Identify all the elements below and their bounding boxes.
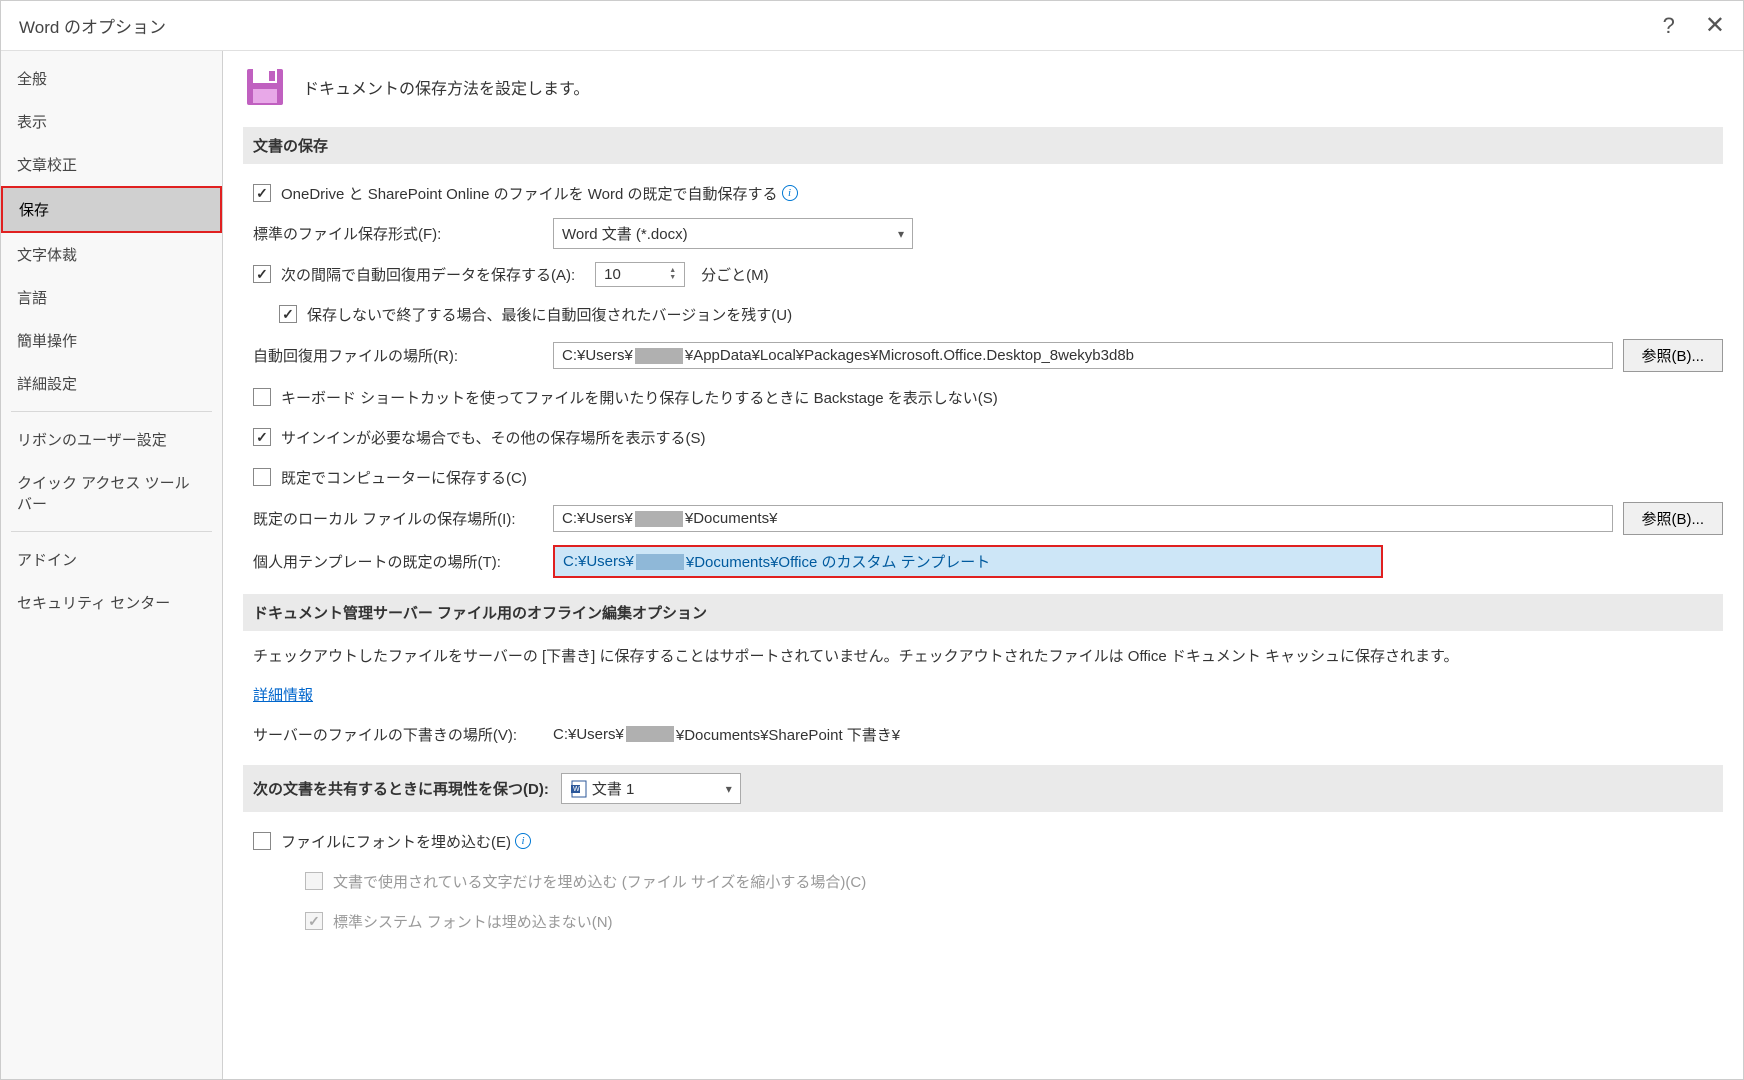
select-file-format[interactable]: Word 文書 (*.docx) (553, 218, 913, 249)
label-no-backstage: キーボード ショートカットを使ってファイルを開いたり保存したりするときに Bac… (281, 387, 998, 408)
word-doc-icon: W (570, 780, 588, 798)
checkbox-embed-fonts[interactable] (253, 832, 271, 850)
section-header-offline-editing: ドキュメント管理サーバー ファイル用のオフライン編集オプション (243, 594, 1723, 631)
value-server-drafts-location: C:¥Users¥¥Documents¥SharePoint 下書き¥ (553, 724, 900, 745)
titlebar-controls: ? ✕ (1663, 11, 1725, 40)
sidebar-item-display[interactable]: 表示 (1, 100, 222, 143)
sidebar-separator (11, 531, 212, 532)
label-server-drafts-location: サーバーのファイルの下書きの場所(V): (253, 724, 553, 745)
titlebar: Word のオプション ? ✕ (1, 1, 1743, 51)
spinner-autorecover-minutes[interactable]: 10 ▲▼ (595, 262, 685, 287)
sidebar-item-save[interactable]: 保存 (1, 186, 222, 233)
label-show-additional-places: サインインが必要な場合でも、その他の保存場所を表示する(S) (281, 427, 706, 448)
checkbox-embed-only-used (305, 872, 323, 890)
info-icon[interactable]: i (515, 833, 531, 849)
sidebar-item-language[interactable]: 言語 (1, 276, 222, 319)
label-save-to-computer: 既定でコンピューターに保存する(C) (281, 467, 527, 488)
label-default-local-location: 既定のローカル ファイルの保存場所(I): (253, 508, 553, 529)
label-autorecover-pre: 次の間隔で自動回復用データを保存する(A): (281, 264, 575, 285)
section-header-save-documents: 文書の保存 (243, 127, 1723, 164)
sidebar-item-proofing[interactable]: 文章校正 (1, 143, 222, 186)
checkbox-save-to-computer[interactable] (253, 468, 271, 486)
redacted-username (635, 348, 683, 364)
label-no-embed-system: 標準システム フォントは埋め込まない(N) (333, 911, 613, 932)
label-autorecover-post: 分ごと(M) (701, 264, 769, 285)
sidebar-item-typography[interactable]: 文字体裁 (1, 233, 222, 276)
label-embed-fonts: ファイルにフォントを埋め込む(E) (281, 831, 511, 852)
input-personal-templates-location[interactable]: C:¥Users¥¥Documents¥Office のカスタム テンプレート (553, 545, 1383, 578)
checkbox-no-embed-system (305, 912, 323, 930)
checkbox-keep-last-autosave[interactable] (279, 305, 297, 323)
window-title: Word のオプション (19, 13, 166, 38)
checkbox-no-backstage[interactable] (253, 388, 271, 406)
save-disk-icon (243, 65, 287, 109)
label-keep-last-autosave: 保存しないで終了する場合、最後に自動回復されたバージョンを残す(U) (307, 304, 792, 325)
spinner-value: 10 (604, 266, 621, 283)
page-header-text: ドキュメントの保存方法を設定します。 (303, 75, 589, 99)
offline-editing-note: チェックアウトしたファイルをサーバーの [下書き] に保存することはサポートされ… (253, 645, 1723, 669)
svg-text:W: W (573, 786, 580, 793)
browse-button-autorecover[interactable]: 参照(B)... (1623, 339, 1724, 372)
help-button[interactable]: ? (1663, 13, 1675, 39)
checkbox-onedrive-autosave[interactable] (253, 184, 271, 202)
spinner-arrows-icon[interactable]: ▲▼ (669, 267, 676, 281)
label-personal-templates-location: 個人用テンプレートの既定の場所(T): (253, 551, 553, 572)
sidebar-item-ease-of-access[interactable]: 簡単操作 (1, 319, 222, 362)
label-embed-only-used: 文書で使用されている文字だけを埋め込む (ファイル サイズを縮小する場合)(C) (333, 871, 866, 892)
label-file-format: 標準のファイル保存形式(F): (253, 223, 553, 244)
input-default-local-location[interactable]: C:¥Users¥¥Documents¥ (553, 505, 1613, 532)
select-fidelity-document[interactable]: W 文書 1 (561, 773, 741, 804)
sidebar-item-ribbon[interactable]: リボンのユーザー設定 (1, 418, 222, 461)
sidebar-item-addins[interactable]: アドイン (1, 538, 222, 581)
input-autorecover-location[interactable]: C:¥Users¥¥AppData¥Local¥Packages¥Microso… (553, 342, 1613, 369)
info-icon[interactable]: i (782, 185, 798, 201)
checkbox-autorecover[interactable] (253, 265, 271, 283)
sidebar-item-general[interactable]: 全般 (1, 57, 222, 100)
section-header-fidelity-label: 次の文書を共有するときに再現性を保つ(D): (253, 778, 549, 799)
sidebar-item-trust-center[interactable]: セキュリティ センター (1, 581, 222, 624)
sidebar: 全般 表示 文章校正 保存 文字体裁 言語 簡単操作 詳細設定 リボンのユーザー… (1, 51, 223, 1079)
more-info-link[interactable]: 詳細情報 (253, 684, 313, 705)
select-file-format-value: Word 文書 (*.docx) (562, 223, 688, 244)
section-header-fidelity: 次の文書を共有するときに再現性を保つ(D): W 文書 1 (243, 765, 1723, 812)
redacted-username (635, 511, 683, 527)
sidebar-item-advanced[interactable]: 詳細設定 (1, 362, 222, 405)
sidebar-item-qat[interactable]: クイック アクセス ツール バー (1, 461, 222, 525)
label-onedrive-autosave: OneDrive と SharePoint Online のファイルを Word… (281, 183, 778, 204)
label-autorecover-location: 自動回復用ファイルの場所(R): (253, 345, 553, 366)
content-pane: ドキュメントの保存方法を設定します。 文書の保存 OneDrive と Shar… (223, 51, 1743, 1079)
redacted-username (626, 726, 674, 742)
sidebar-separator (11, 411, 212, 412)
close-button[interactable]: ✕ (1705, 11, 1725, 40)
select-fidelity-document-value: 文書 1 (592, 778, 635, 799)
browse-button-default-local[interactable]: 参照(B)... (1623, 502, 1724, 535)
checkbox-show-additional-places[interactable] (253, 428, 271, 446)
redacted-username (636, 554, 684, 570)
